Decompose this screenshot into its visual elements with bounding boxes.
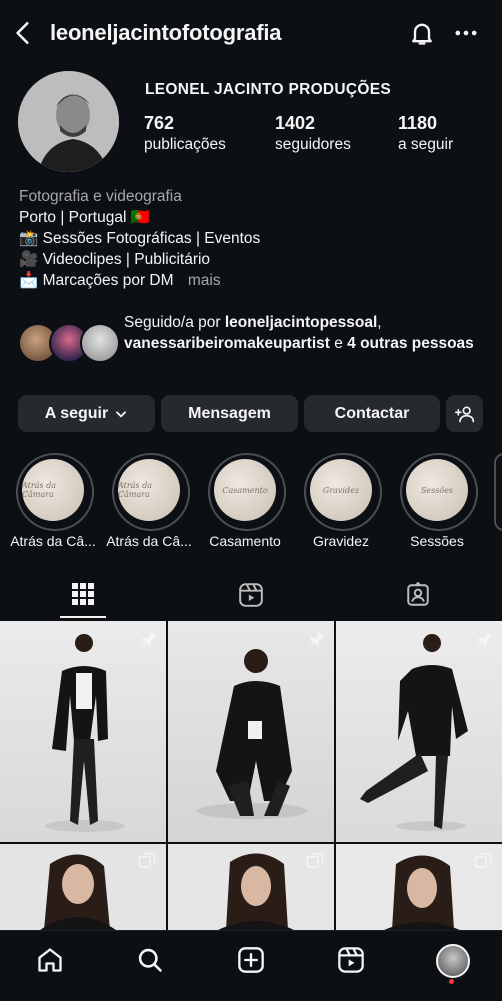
reels-nav-icon[interactable] [337,946,365,974]
posts-count[interactable]: 762 publicações [144,113,226,154]
profile-tabs [0,570,502,620]
followed-by-avatars[interactable] [18,323,120,363]
highlight-label: Sessões [410,533,464,549]
post-photo [197,649,307,819]
avatar-photo [18,71,119,172]
following-count-value: 1180 [398,113,438,133]
highlight-label: Gravidez [312,533,370,549]
followed-by-prefix: Seguido/a por [124,314,225,331]
post-thumbnail[interactable] [168,844,334,930]
bio-line-videos: 🎥 Videoclipes | Publicitário [19,251,211,268]
post-photo [360,634,468,831]
followed-by-conjunction: e [329,335,348,352]
highlight-label: Casamento [209,533,281,549]
bio-line-location: Porto | Portugal 🇵🇹 [19,209,151,226]
message-button[interactable]: Mensagem [161,395,298,432]
highlight-cover: Casamento [214,459,276,521]
carousel-icon [138,852,156,868]
tab-tagged[interactable] [405,581,431,613]
posts-count-value: 762 [144,113,175,133]
post-photo [45,634,125,832]
highlight-bubble[interactable]: Sessões [400,453,478,531]
profile-nav-avatar[interactable] [436,944,470,978]
followers-count-value: 1402 [275,113,316,133]
notification-dot [449,979,454,984]
chevron-down-icon [116,410,127,417]
pinned-icon [477,630,493,648]
post-thumbnail[interactable] [336,621,502,842]
back-arrow-icon[interactable] [10,20,36,46]
bell-icon[interactable] [408,19,436,47]
following-button-label: A seguir [44,404,109,422]
highlight-cover: Sessões [406,459,468,521]
followed-by-user2: vanessaribeiromakeupartist [124,335,330,352]
top-bar: leoneljacintofotografia [0,0,502,66]
following-button[interactable]: A seguir [18,395,155,432]
pinned-icon [309,630,325,648]
carousel-icon [306,852,324,868]
follower-avatar [80,323,120,363]
bio-bookings-text: 📩 Marcações por DM [19,272,174,289]
more-options-icon[interactable] [452,19,480,47]
contact-button[interactable]: Contactar [304,395,440,432]
add-person-button[interactable] [446,395,483,432]
bottom-navigation [0,930,502,1001]
highlight-bubble[interactable]: Atrás da Câmara [112,453,190,531]
highlight-cover: Atrás da Câmara [118,459,180,521]
profile-username: leoneljacintofotografia [50,20,282,45]
following-count[interactable]: 1180 a seguir [398,113,453,154]
post-thumbnail[interactable] [0,844,166,930]
highlight-cover: Gravidez [310,459,372,521]
highlight-bubble[interactable]: Casamento [208,453,286,531]
highlight-bubble[interactable]: Atrás da Câmara [16,453,94,531]
highlight-bubble-partial[interactable] [494,453,502,531]
profile-avatar[interactable] [18,71,119,172]
highlight-cover: Atrás da Câmara [22,459,84,521]
post-thumbnail[interactable] [168,621,334,842]
post-thumbnail[interactable] [336,844,502,930]
tab-grid[interactable] [71,582,95,611]
home-icon[interactable] [36,946,64,974]
reels-icon [239,583,263,607]
followed-by-separator: , [377,314,382,331]
highlight-label: Atrás da Câ... [106,533,192,549]
highlight-bubble[interactable]: Gravidez [304,453,382,531]
tagged-icon [407,581,429,606]
posts-count-label: publicações [144,136,226,153]
active-tab-indicator [60,616,106,618]
search-icon[interactable] [136,946,164,974]
bio-line-sessions: 📸 Sessões Fotográficas | Eventos [19,230,261,247]
followers-count-label: seguidores [275,136,351,153]
followed-by-user1: leoneljacintopessoal [224,314,378,331]
add-person-icon [454,406,474,422]
create-post-icon[interactable] [237,946,265,974]
bio-more-link[interactable]: mais [188,272,221,289]
tab-reels[interactable] [238,582,264,613]
profile-display-name: LEONEL JACINTO PRODUÇÕES [145,81,392,98]
grid-icon [72,583,94,605]
bio-line-bookings: 📩 Marcações por DM mais [19,270,221,291]
following-count-label: a seguir [398,136,454,153]
carousel-icon [474,852,492,868]
followed-by-others: 4 outras pessoas [347,335,474,352]
pinned-icon [141,630,157,648]
post-thumbnail[interactable] [0,621,166,842]
followers-count[interactable]: 1402 seguidores [275,113,351,154]
followed-by-text[interactable]: Seguido/a por leoneljacintopessoal, vane… [124,312,484,354]
bio-category: Fotografia e videografia [19,188,182,205]
highlight-label: Atrás da Câ... [10,533,96,549]
